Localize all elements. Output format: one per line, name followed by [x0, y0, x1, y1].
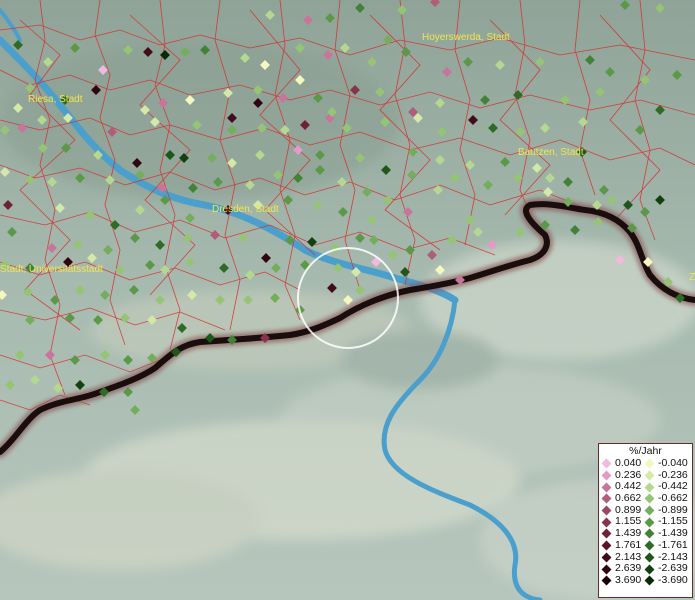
legend-swatch-icon	[601, 493, 612, 504]
legend-entry-positive: 0.040	[601, 457, 642, 470]
legend-swatch-icon	[644, 540, 655, 551]
legend-swatch-icon	[601, 517, 612, 528]
legend-entry-positive: 0.662	[601, 492, 642, 505]
legend-swatch-icon	[601, 482, 612, 493]
city-label: Riesa, Stadt	[28, 94, 83, 105]
legend-swatch-icon	[601, 575, 612, 586]
legend-value: 0.040	[615, 457, 642, 469]
legend-entry-negative: -0.040	[644, 457, 688, 470]
legend-row: 3.690 -3.690	[599, 573, 692, 587]
legend-value: -1.761	[658, 538, 688, 551]
legend-swatch-icon	[644, 482, 655, 493]
city-label: Stadt, Universitätsstadt	[0, 264, 103, 275]
legend-grid: 0.040 -0.040 0.236 -0.236 0.442 -0.442 0.662 -0…	[599, 457, 692, 587]
city-label: Z	[689, 272, 695, 283]
legend-swatch-icon	[601, 552, 612, 563]
legend-value: -0.040	[658, 457, 688, 469]
legend-swatch-icon	[601, 505, 612, 516]
legend-value: 0.662	[615, 492, 642, 505]
legend-swatch-icon	[644, 458, 655, 469]
legend: %/Jahr 0.040 -0.040 0.236 -0.236 0.442 -0.442…	[598, 443, 693, 598]
legend-swatch-icon	[644, 529, 655, 539]
legend-value: 1.761	[615, 538, 642, 551]
legend-swatch-icon	[644, 517, 655, 528]
legend-row: 0.040 -0.040	[599, 457, 692, 470]
legend-swatch-icon	[644, 493, 655, 504]
legend-swatch-icon	[601, 470, 612, 481]
legend-title: %/Jahr	[629, 445, 662, 457]
legend-swatch-icon	[644, 575, 655, 586]
legend-swatch-icon	[644, 552, 655, 563]
legend-entry-positive: 1.761	[601, 538, 642, 552]
legend-swatch-icon	[601, 564, 612, 574]
city-label: Bautzen, Stadt	[518, 147, 584, 158]
legend-value: -0.662	[658, 492, 688, 505]
city-label: Dresden, Stadt	[212, 204, 279, 215]
terrain-map[interactable]: Hoyerswerda, Stadt Riesa, Stadt Bautzen,…	[0, 0, 695, 600]
legend-value: -3.690	[658, 573, 688, 586]
legend-swatch-icon	[601, 540, 612, 551]
legend-row: 1.761 -1.761	[599, 538, 692, 552]
city-label: Hoyerswerda, Stadt	[422, 32, 510, 43]
legend-swatch-icon	[601, 458, 612, 469]
legend-entry-negative: -1.761	[644, 538, 688, 552]
legend-row: 0.662 -0.662	[599, 492, 692, 505]
legend-swatch-icon	[644, 564, 655, 574]
legend-swatch-icon	[644, 505, 655, 516]
legend-entry-negative: -0.662	[644, 492, 688, 505]
legend-value: 3.690	[615, 573, 642, 586]
legend-entry-negative: -3.690	[644, 573, 688, 587]
legend-swatch-icon	[601, 529, 612, 539]
legend-swatch-icon	[644, 470, 655, 481]
legend-entry-positive: 3.690	[601, 573, 642, 587]
